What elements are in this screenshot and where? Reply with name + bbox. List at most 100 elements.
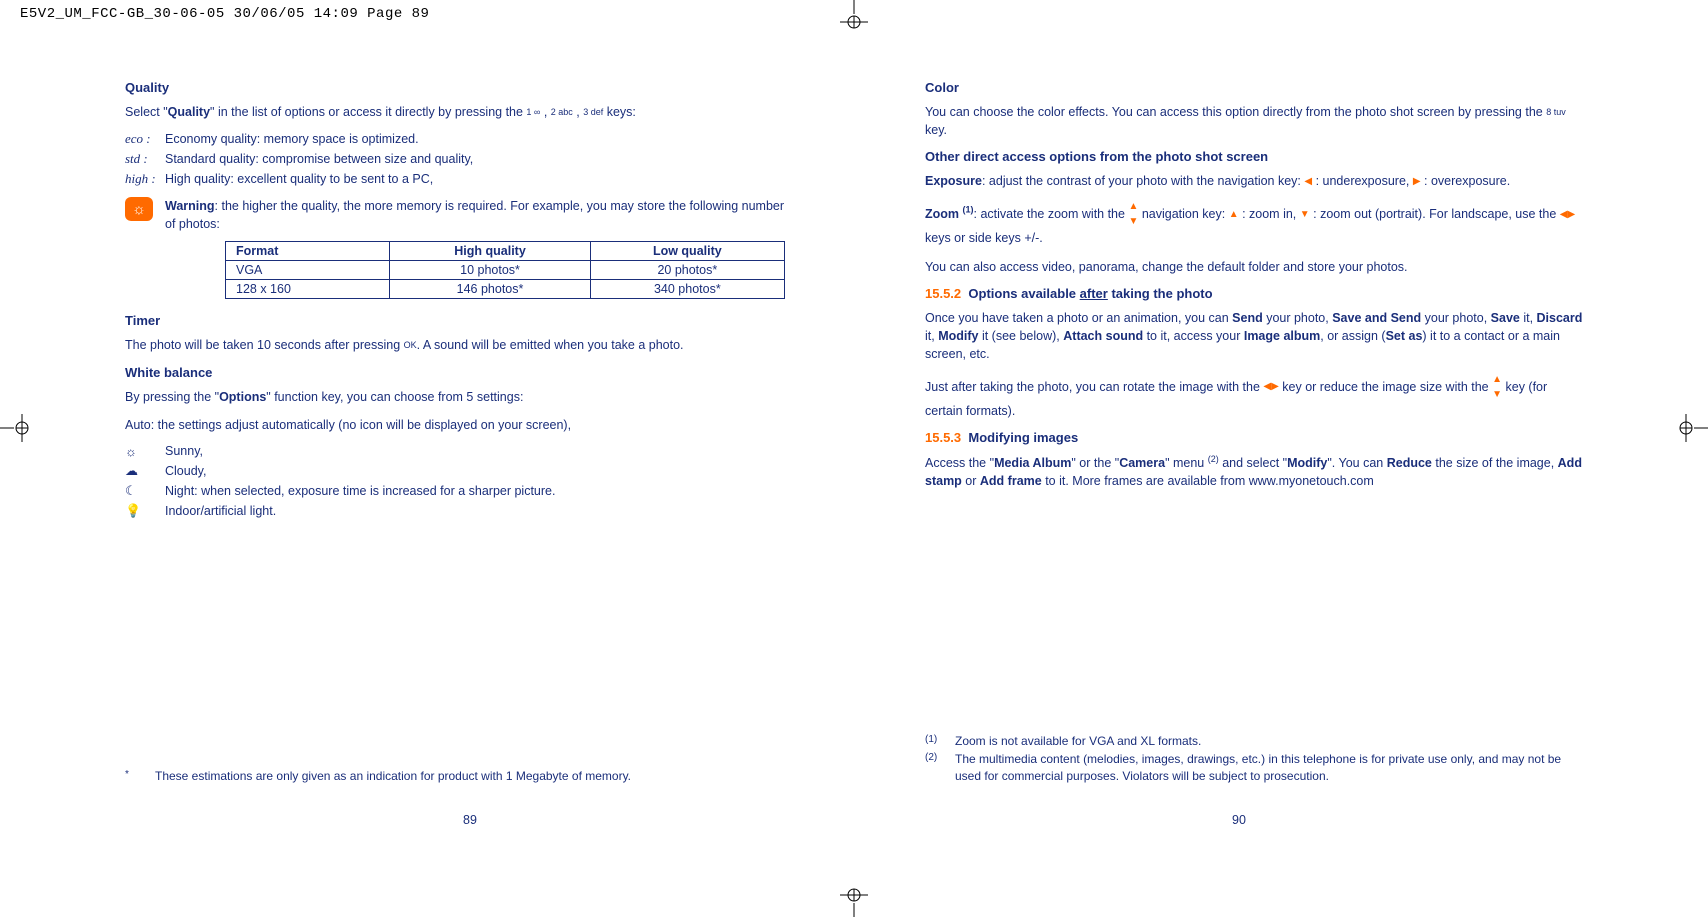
- text: and select ": [1219, 456, 1287, 470]
- text-bold: Add frame: [980, 474, 1042, 488]
- text: " menu: [1165, 456, 1208, 470]
- arrow-down-icon: ▼: [1300, 208, 1310, 223]
- footnote-mark-1: (1): [925, 733, 955, 750]
- td-high: 10 photos*: [390, 261, 590, 280]
- key-1: 1 ∞: [526, 107, 540, 117]
- text: " function key, you can choose from 5 se…: [266, 390, 523, 404]
- text: : zoom out (portrait). For landscape, us…: [1310, 207, 1560, 221]
- arrow-updown-icon: ▲▼: [1128, 200, 1138, 229]
- wb-cloudy-row: ☁ Cloudy,: [125, 463, 785, 479]
- text: . A sound will be emitted when you take …: [417, 338, 684, 352]
- text: ". You can: [1327, 456, 1386, 470]
- text: your photo,: [1421, 311, 1491, 325]
- text-bold: Warning: [165, 199, 215, 213]
- text-bold: Camera: [1119, 456, 1165, 470]
- table-header-row: Format High quality Low quality: [226, 242, 785, 261]
- heading-white-balance: White balance: [125, 365, 785, 380]
- wb-indoor-row: 💡 Indoor/artificial light.: [125, 503, 785, 519]
- footnote-text-1: Zoom is not available for VGA and XL for…: [955, 733, 1201, 750]
- page-89: Quality Select "Quality" in the list of …: [85, 80, 855, 837]
- text: : adjust the contrast of your photo with…: [982, 174, 1304, 188]
- std-text: Standard quality: compromise between siz…: [165, 152, 473, 166]
- wb-auto: Auto: the settings adjust automatically …: [125, 416, 785, 434]
- footnote-text: These estimations are only given as an i…: [155, 768, 631, 785]
- heading-quality: Quality: [125, 80, 785, 95]
- text: : activate the zoom with the: [974, 207, 1129, 221]
- rotate-text: Just after taking the photo, you can rot…: [925, 373, 1583, 420]
- text: Modifying images: [968, 430, 1078, 445]
- modify-text: Access the "Media Album" or the "Camera"…: [925, 453, 1583, 490]
- sup: (1): [963, 205, 974, 215]
- text-underline: after: [1080, 286, 1108, 301]
- exposure-text: Exposure: adjust the contrast of your ph…: [925, 172, 1583, 190]
- section-number: 15.5.3: [925, 430, 961, 445]
- crop-mark-left: [0, 408, 30, 448]
- text-bold: Quality: [168, 105, 210, 119]
- heading-color: Color: [925, 80, 1583, 95]
- text-bold: Save: [1491, 311, 1520, 325]
- wb-night-row: ☾ Night: when selected, exposure time is…: [125, 483, 785, 499]
- text-bold: Media Album: [994, 456, 1071, 470]
- wb-sunny-row: ☼ Sunny,: [125, 444, 785, 459]
- key-ok: OK: [404, 341, 417, 351]
- key-2: 2 abc: [551, 107, 573, 117]
- moon-icon: ☾: [125, 483, 165, 499]
- table-row: VGA 10 photos* 20 photos*: [226, 261, 785, 280]
- text: " in the list of options or access it di…: [210, 105, 526, 119]
- th-format: Format: [226, 242, 390, 261]
- text-bold: Reduce: [1387, 456, 1432, 470]
- table-row: 128 x 160 146 photos* 340 photos*: [226, 280, 785, 299]
- td-high: 146 photos*: [390, 280, 590, 299]
- quality-std-row: std : Standard quality: compromise betwe…: [125, 151, 785, 167]
- arrow-left-icon: ◀: [1304, 175, 1312, 190]
- text: the size of the image,: [1432, 456, 1558, 470]
- th-low: Low quality: [590, 242, 784, 261]
- quality-eco-row: eco : Economy quality: memory space is o…: [125, 131, 785, 147]
- photo-storage-table: Format High quality Low quality VGA 10 p…: [225, 241, 785, 299]
- text: : underexposure,: [1312, 174, 1413, 188]
- text-bold: Attach sound: [1063, 329, 1143, 343]
- key-8: 8 tuv: [1546, 107, 1566, 117]
- text: Access the ": [925, 456, 994, 470]
- text: it,: [925, 329, 938, 343]
- cloud-icon: ☁: [125, 463, 165, 479]
- text: ,: [540, 105, 550, 119]
- text-bold: Send: [1232, 311, 1263, 325]
- footnote-mark-2: (2): [925, 751, 955, 785]
- td-format: 128 x 160: [226, 280, 390, 299]
- text-bold: Discard: [1537, 311, 1583, 325]
- wb-sunny-text: Sunny,: [165, 444, 203, 458]
- text: it (see below),: [978, 329, 1063, 343]
- text: to it. More frames are available from ww…: [1042, 474, 1374, 488]
- lightbulb-icon: ☼: [125, 197, 153, 221]
- std-icon: std :: [125, 151, 165, 167]
- text: : overexposure.: [1421, 174, 1511, 188]
- arrow-leftright-icon: ◀▶: [1263, 380, 1278, 395]
- text: Select ": [125, 105, 168, 119]
- text: " or the ": [1071, 456, 1119, 470]
- text: or: [962, 474, 980, 488]
- crop-mark-right: [1678, 408, 1708, 448]
- zoom-text: Zoom (1): activate the zoom with the ▲▼ …: [925, 200, 1583, 247]
- quality-high-row: high : High quality: excellent quality t…: [125, 171, 785, 187]
- text: keys:: [603, 105, 636, 119]
- text: it,: [1520, 311, 1537, 325]
- wb-night-text: Night: when selected, exposure time is i…: [165, 484, 555, 498]
- text-bold: Image album: [1244, 329, 1320, 343]
- td-low: 20 photos*: [590, 261, 784, 280]
- page-spread: Quality Select "Quality" in the list of …: [85, 80, 1623, 837]
- sup: (2): [1208, 454, 1219, 464]
- text: keys or side keys +/-.: [925, 231, 1043, 245]
- text-bold: Modify: [1287, 456, 1327, 470]
- crop-mark-bottom: [834, 887, 874, 917]
- eco-text: Economy quality: memory space is optimiz…: [165, 132, 419, 146]
- text-bold: Options: [219, 390, 266, 404]
- footnote-mark: *: [125, 768, 155, 785]
- wb-cloudy-text: Cloudy,: [165, 464, 206, 478]
- heading-timer: Timer: [125, 313, 785, 328]
- section-number: 15.5.2: [925, 286, 961, 301]
- eco-icon: eco :: [125, 131, 165, 147]
- after-photo-text: Once you have taken a photo or an animat…: [925, 309, 1583, 363]
- arrow-up-icon: ▲: [1229, 208, 1239, 223]
- key-3: 3 def: [583, 107, 603, 117]
